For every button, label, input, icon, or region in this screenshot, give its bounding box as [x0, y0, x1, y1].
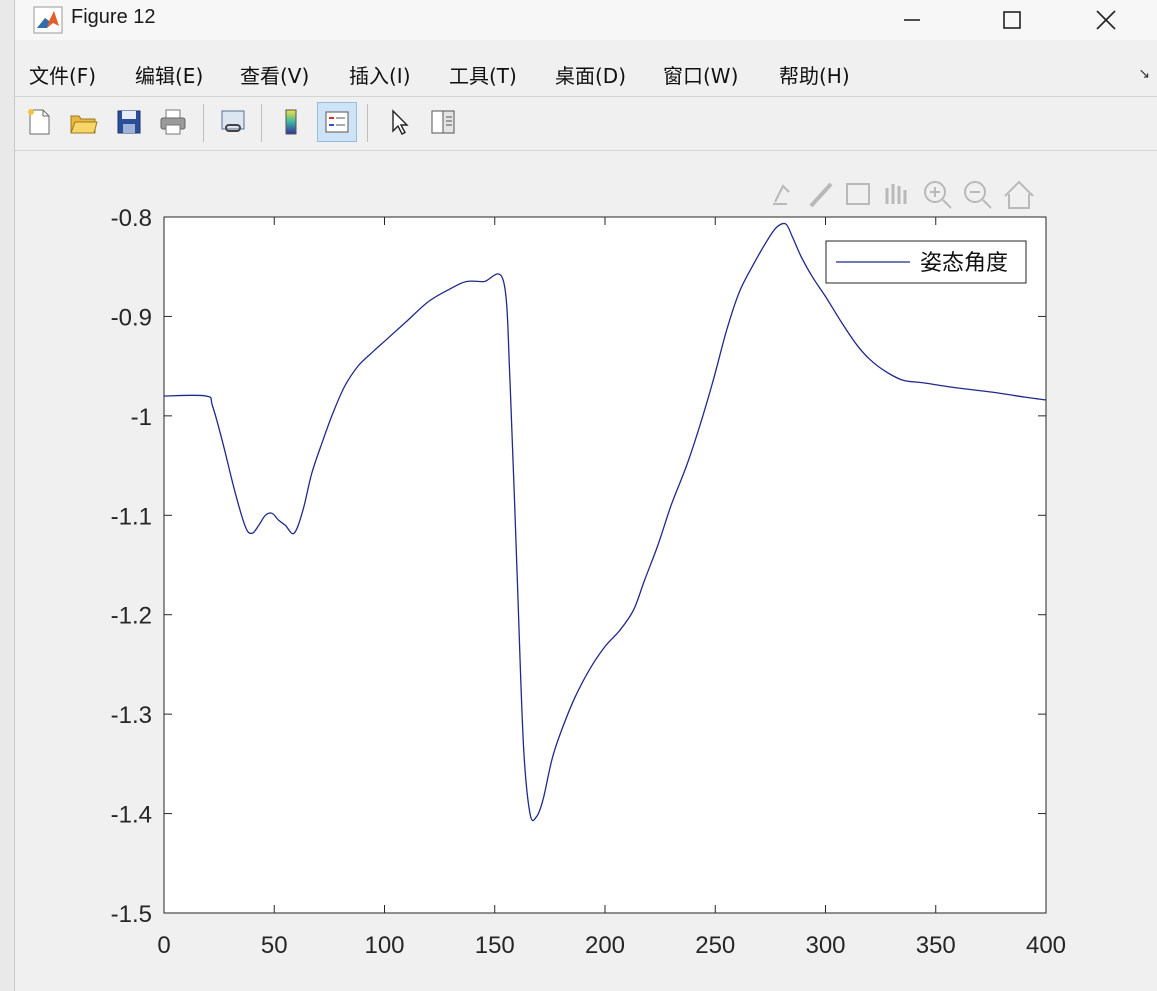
- x-tick-label: 400: [1026, 932, 1066, 959]
- x-tick-label: 100: [364, 932, 404, 959]
- y-tick-label: -0.9: [111, 304, 152, 331]
- y-tick-label: -0.8: [111, 205, 152, 232]
- x-tick-label: 250: [695, 932, 735, 959]
- y-tick-label: -1.1: [111, 503, 152, 530]
- x-tick-label: 0: [157, 932, 170, 959]
- x-tick-label: 150: [475, 932, 515, 959]
- y-tick-label: -1.2: [111, 603, 152, 630]
- x-tick-label: 200: [585, 932, 625, 959]
- y-tick-label: -1.5: [111, 901, 152, 928]
- x-tick-label: 300: [805, 932, 845, 959]
- legend[interactable]: 姿态角度: [825, 240, 1027, 284]
- plot-area: 0 50 100 150 200 250 300 350 400 -0.8 -0.9 -1 -1.1 -1…: [111, 205, 1066, 959]
- y-tick-label: -1: [131, 404, 152, 431]
- y-tick-label: -1.3: [111, 702, 152, 729]
- legend-label: 姿态角度: [920, 251, 1008, 276]
- y-tick-label: -1.4: [111, 802, 152, 829]
- x-tick-label: 350: [916, 932, 956, 959]
- axes[interactable]: [163, 216, 1047, 914]
- x-tick-label: 50: [261, 932, 288, 959]
